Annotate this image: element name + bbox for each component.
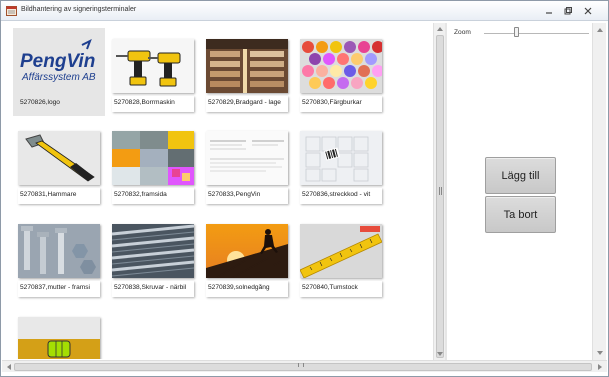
pane-vertical-scrollbar[interactable] [592,23,606,360]
thumbnail-drills [112,39,194,93]
tile-caption: 5270826,logo [20,99,60,106]
thumbnail-level [18,317,100,359]
image-gallery: PengVin Affärssystem AB 5270826,logo 527… [10,24,430,359]
tile-caption: 5270840,Tumstock [302,284,358,291]
scroll-up-icon[interactable] [596,26,604,34]
thumbnail-logo: PengVin Affärssystem AB [18,39,100,93]
zoom-slider-thumb[interactable] [513,27,519,37]
thumbnail-sunset-worker [206,224,288,278]
gallery-tile[interactable]: 5270831,Hammare [13,120,105,208]
thumbnail-barcode-puzzle [300,131,382,185]
window-title: Bildhantering av signeringsterminaler [21,6,137,13]
tile-caption: 5270838,Skruvar - närbil [114,284,187,291]
scroll-grip-icon [439,187,442,195]
gallery-tile[interactable]: 5270836,streckkod - vit [295,120,387,208]
add-button[interactable]: Lägg till [485,157,556,194]
title-bar: Bildhantering av signeringsterminaler [1,1,608,21]
gallery-tile[interactable]: 5270839,solnedgång [201,213,293,301]
tile-caption: 5270831,Hammare [20,191,77,198]
scroll-right-icon[interactable] [596,363,604,371]
gallery-tile[interactable]: 5270837,mutter - framsi [13,213,105,301]
thumbnail-screws [112,224,194,278]
restore-icon [564,7,572,15]
thumbnail-nuts-bolts [18,224,100,278]
gallery-tile[interactable]: 5270832,framsida [107,120,199,208]
zoom-label: Zoom [454,29,471,36]
form-icon [6,6,17,16]
thumbnail-document [206,131,288,185]
tile-caption: 5270829,Bradgard - lage [208,99,281,106]
gallery-tile[interactable]: 5270829,Bradgard - lage [201,28,293,116]
tile-caption: 5270837,mutter - framsi [20,284,90,291]
tile-caption: 5270828,Borrmaskin [114,99,175,106]
thumbnail-collage [112,131,194,185]
scroll-left-icon[interactable] [5,363,13,371]
thumbnail-hammer [18,131,100,185]
action-pane: Zoom Lägg till Ta bort [448,23,592,360]
minimize-icon [545,12,552,14]
gallery-tile[interactable]: 5270833,PengVin [201,120,293,208]
tile-caption: 5270836,streckkod - vit [302,191,371,198]
app-window: Bildhantering av signeringsterminaler Pe… [0,0,609,377]
pengvin-logo-image: PengVin Affärssystem AB [20,39,96,83]
pane-splitter[interactable] [445,23,447,360]
tile-caption: 5270839,solnedgång [208,284,270,291]
tile-caption: 5270830,Färgburkar [302,99,362,106]
logo-brand: PengVin [20,51,95,72]
scroll-down-icon[interactable] [436,350,444,358]
logo-company: Affärssystem AB [21,72,96,83]
tile-caption: 5270833,PengVin [208,191,261,198]
scroll-grip-icon [298,363,304,367]
minimize-button[interactable] [542,6,555,16]
gallery-tile[interactable]: 5270830,Färgburkar [295,28,387,116]
close-icon [584,7,591,15]
gallery-tile[interactable]: 5270838,Skruvar - närbil [107,213,199,301]
gallery-tile[interactable] [13,306,105,359]
scroll-up-icon[interactable] [436,25,444,33]
horizontal-scrollbar[interactable] [2,360,607,372]
scroll-thumb[interactable] [436,35,444,358]
thumbnail-paint-cans [300,39,382,93]
scroll-down-icon[interactable] [596,349,604,357]
remove-button[interactable]: Ta bort [485,196,556,233]
thumbnail-ruler [300,224,382,278]
restore-button[interactable] [561,6,574,16]
gallery-tile[interactable]: 5270828,Borrmaskin [107,28,199,116]
tile-caption: 5270832,framsida [114,191,167,198]
close-button[interactable] [581,6,594,16]
gallery-tile[interactable]: 5270840,Tumstock [295,213,387,301]
thumbnail-warehouse [206,39,288,93]
gallery-tile[interactable]: PengVin Affärssystem AB 5270826,logo [13,28,105,116]
zoom-slider[interactable] [484,33,589,34]
